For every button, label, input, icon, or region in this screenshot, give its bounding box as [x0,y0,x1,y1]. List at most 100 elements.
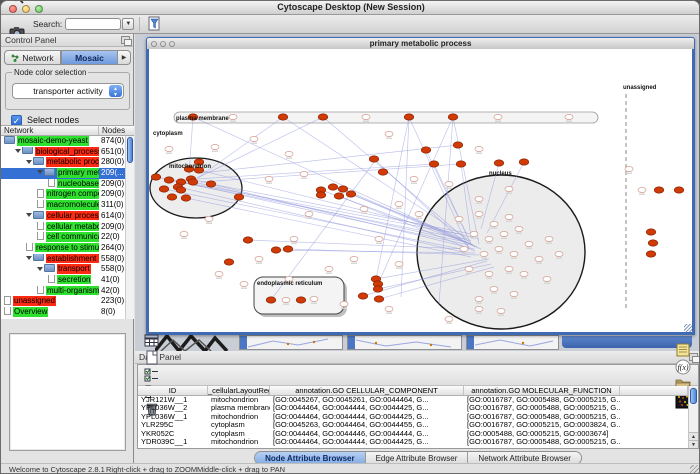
column-header[interactable]: _cellularLayoutRegion [208,386,270,395]
column-header[interactable]: ID [138,386,208,395]
table-cell [620,404,688,412]
tab-mosaic[interactable]: Mosaic [61,50,118,65]
table-cell: [GO:0045267, GO:0045261, GO:0044464, G..… [270,396,464,404]
column-header[interactable]: annotation.GO MOLECULAR_FUNCTION [464,386,620,395]
table-cell: mitochondrion [208,438,270,446]
more-tabs-button[interactable]: ▶ [118,50,131,65]
tab-network[interactable]: Network [4,50,61,65]
table-row[interactable]: YLR295Ccytoplasm[GO:0045263, GO:0044464,… [138,421,688,429]
network-window-titlebar[interactable]: primary metabolic process [147,38,694,49]
tree-row[interactable]: biological_process651(0) [1,147,134,158]
network-canvas[interactable]: plasma membranecytoplasmmitochondrionnuc… [149,49,692,332]
tree-row[interactable]: metabolic process280(0) [1,157,134,168]
tree-row[interactable]: cell communicat22(0) [1,232,134,243]
select-attributes-icon[interactable] [142,367,161,384]
table-cell: [GO:0016787, GO:0005488, GO:0005215, G..… [464,438,620,446]
tree-row-content: nitrogen compo [37,189,99,200]
app-resize-grip[interactable] [690,465,700,474]
expand-arrow-icon[interactable] [26,256,32,260]
tree-row-content: macromolecule [37,200,99,211]
status-welcome: Welcome to Cytoscape 2.8.1 [9,465,105,474]
tree-column-network[interactable]: Network [1,126,99,135]
window-zoom-button[interactable] [169,41,175,47]
expand-arrow-icon[interactable] [26,160,32,164]
scroll-up-button[interactable]: ▲ [689,432,698,440]
tree-row-content: cell communicat [37,232,99,243]
select-nodes-label: Select nodes [27,115,79,125]
network-label: multi-organism pro [46,286,99,296]
expand-arrow-icon[interactable] [37,170,43,174]
tree-row[interactable]: establishment of lo558(0) [1,254,134,265]
expand-arrow-icon[interactable] [15,149,21,153]
network-tab-icon [11,54,19,62]
expand-arrow-icon[interactable] [26,213,32,217]
tree-scrollbar-thumb[interactable] [127,137,133,163]
svg-text:f(x): f(x) [677,363,688,372]
background-overview-window[interactable] [155,334,235,351]
svg-text:mitochondrion: mitochondrion [169,164,211,170]
tree-header: Network Nodes [1,125,134,136]
svg-text:nucleus: nucleus [489,171,512,177]
table-scrollbar[interactable]: ▲ ▼ [688,386,698,448]
table-row[interactable]: YJR121W__1mitochondrion[GO:0045267, GO:0… [138,396,688,404]
function-builder-icon[interactable]: f(x) [673,358,692,375]
zoom-selected-icon[interactable] [7,0,27,6]
background-window-fragment[interactable] [239,335,343,350]
network-file-icon [37,200,44,208]
tree-row[interactable]: Overview8(0) [1,307,134,318]
scroll-down-button[interactable]: ▼ [689,440,698,448]
search-input[interactable] [65,18,121,30]
tree-row[interactable]: nucleobase-209(0) [1,179,134,190]
tree-row[interactable]: macromolecule311(0) [1,200,134,211]
float-panel-icon[interactable] [121,36,130,44]
tree-row[interactable]: cellular metabo209(0) [1,222,134,233]
network-file-icon [48,179,55,187]
tree-row[interactable]: transport558(0) [1,264,134,275]
tree-scrollbar[interactable] [125,136,134,319]
node-color-selection-group: Node color selection transporter activit… [5,72,130,110]
column-header[interactable] [620,386,688,395]
tree-row[interactable]: multi-organism pro42(0) [1,286,134,297]
new-attribute-icon[interactable] [142,350,161,367]
group-label: Node color selection [12,68,88,77]
tree-row[interactable]: response to stimulu264(0) [1,243,134,254]
attribute-table-icon[interactable] [142,333,161,350]
tree-row[interactable]: mosaic-demo-yeast874(0) [1,136,134,147]
expand-arrow-icon[interactable] [37,267,43,271]
table-cell: [GO:0005488, GO:0005215, GO:0003674] [464,430,620,438]
tree-row-content: metabolic process [26,157,99,168]
window-resize-grip[interactable] [684,324,692,332]
tree-row-content: nucleobase- [48,179,99,190]
tree-row[interactable]: primary metabo209(... [1,168,134,179]
folder-icon [4,136,15,144]
table-scrollbar-thumb[interactable] [690,388,697,404]
column-header[interactable]: annotation.GO CELLULAR_COMPONENT [270,386,464,395]
table-cell [620,396,688,404]
tree-row[interactable]: unassigned223(0) [1,296,134,307]
table-row[interactable]: YPL036W__1mitochondrion[GO:0044464, GO:0… [138,413,688,421]
filter-icon[interactable] [145,16,165,33]
folder-icon [33,254,44,262]
table-row[interactable]: YDR039C__1mitochondrion[GO:0044464, GO:0… [138,438,688,446]
tree-row[interactable]: secretion41(0) [1,275,134,286]
background-window-fragment[interactable] [466,335,559,350]
window-minimize-button[interactable] [160,41,166,47]
tree-column-nodes[interactable]: Nodes [99,126,134,135]
table-cell [620,430,688,438]
tree-row[interactable]: cellular process614(0) [1,211,134,222]
node-color-selected-value: transporter activity [33,86,102,96]
table-row[interactable]: YKR052Ccytoplasm[GO:0044464, GO:0044446,… [138,430,688,438]
table-row[interactable]: YPL036W__2plasma membrane[GO:0044464, GO… [138,404,688,412]
background-window-fragment[interactable] [347,335,462,350]
notes-icon[interactable] [673,341,692,358]
window-close-button[interactable] [151,41,157,47]
search-dropdown-button[interactable]: ▼ [122,18,134,30]
table-cell: [GO:0044464, GO:0044446, GO:0044444, G..… [270,430,464,438]
control-panel-title: Control Panel [5,35,57,45]
tree-row[interactable]: nitrogen compo209(0) [1,189,134,200]
select-nodes-checkbox[interactable]: ✓ [11,115,22,126]
network-tree: mosaic-demo-yeast874(0)biological_proces… [1,136,134,319]
svg-text:cytoplasm: cytoplasm [153,131,183,137]
mosaic-lower-panel [9,333,126,451]
node-color-select[interactable]: transporter activity ▲▼ [12,83,124,99]
